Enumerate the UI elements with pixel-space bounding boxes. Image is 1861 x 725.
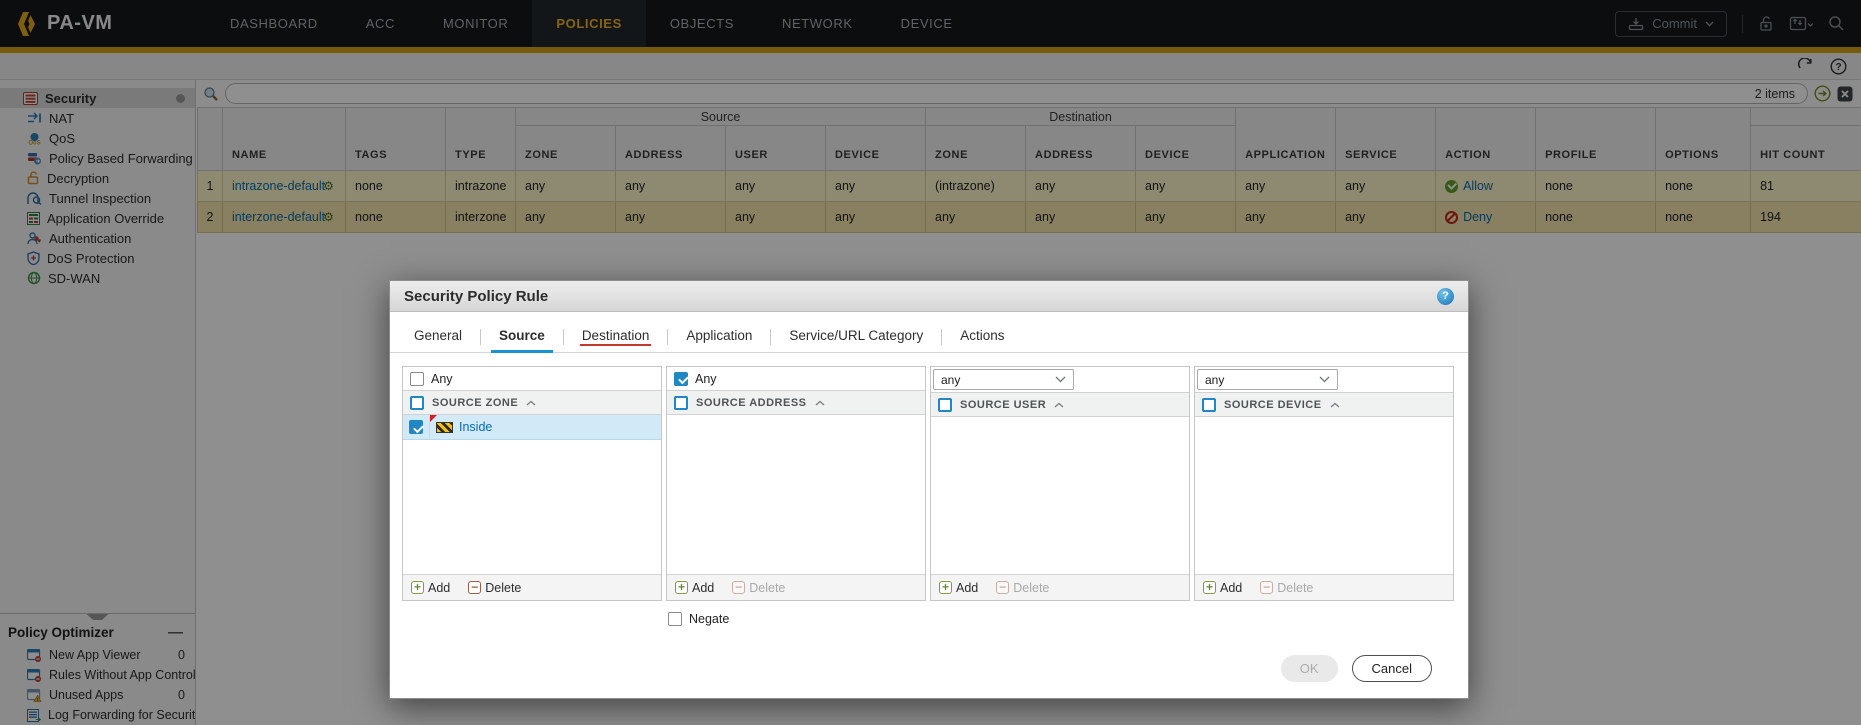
source-address-header-label[interactable]: SOURCE ADDRESS: [696, 397, 807, 409]
cancel-button[interactable]: Cancel: [1352, 655, 1432, 682]
tab-separator: [480, 329, 481, 345]
source-user-header-label[interactable]: SOURCE USER: [960, 399, 1046, 411]
sort-asc-icon[interactable]: [526, 400, 536, 406]
zone-list-item-inside[interactable]: Inside: [403, 415, 661, 440]
source-user-footer: +Add −Delete: [931, 574, 1189, 600]
source-user-select-row: any: [931, 367, 1189, 392]
tab-destination[interactable]: Destination: [578, 328, 654, 352]
source-zone-header: SOURCE ZONE: [403, 390, 661, 415]
plus-icon: +: [411, 581, 424, 594]
negate-checkbox[interactable]: [668, 612, 682, 626]
source-address-panel: Any SOURCE ADDRESS +Add −Delete: [666, 366, 926, 601]
sort-asc-icon[interactable]: [1054, 402, 1064, 408]
negate-row: Negate: [668, 612, 729, 626]
any-address-checkbox[interactable]: [674, 372, 688, 386]
plus-icon: +: [675, 581, 688, 594]
zone-item-checkbox[interactable]: [409, 420, 423, 434]
source-address-footer: +Add −Delete: [667, 574, 925, 600]
ok-button[interactable]: OK: [1281, 655, 1338, 682]
dialog-title-bar: Security Policy Rule ?: [390, 281, 1468, 312]
source-user-header: SOURCE USER: [931, 392, 1189, 417]
tab-separator: [667, 329, 668, 345]
sort-asc-icon[interactable]: [1330, 402, 1340, 408]
source-zone-footer: +Add −Delete: [403, 574, 661, 600]
dialog-actions: OK Cancel: [1281, 655, 1432, 682]
source-address-list: [667, 415, 925, 574]
tab-separator: [941, 329, 942, 345]
chevron-down-icon: [1319, 376, 1330, 383]
dialog-help-icon[interactable]: ?: [1437, 288, 1454, 305]
chevron-down-icon: [1055, 376, 1066, 383]
add-address-button[interactable]: +Add: [675, 581, 714, 595]
minus-icon: −: [1260, 581, 1273, 594]
source-device-footer: +Add −Delete: [1195, 574, 1453, 600]
tab-actions[interactable]: Actions: [956, 328, 1008, 352]
source-device-list: [1195, 417, 1453, 574]
tab-separator: [770, 329, 771, 345]
delete-user-button: −Delete: [996, 581, 1049, 595]
zone-item-label[interactable]: Inside: [459, 420, 492, 434]
plus-icon: +: [939, 581, 952, 594]
add-user-button[interactable]: +Add: [939, 581, 978, 595]
any-zone-checkbox[interactable]: [410, 372, 424, 386]
source-zone-header-label[interactable]: SOURCE ZONE: [432, 397, 518, 409]
delete-zone-button[interactable]: −Delete: [468, 581, 521, 595]
source-user-dropdown[interactable]: any: [933, 369, 1074, 390]
dialog-title: Security Policy Rule: [404, 288, 548, 305]
source-user-panel: any SOURCE USER +Add −Delete: [930, 366, 1190, 601]
add-zone-button[interactable]: +Add: [411, 581, 450, 595]
any-label: Any: [695, 372, 717, 386]
select-all-checkbox[interactable]: [410, 396, 424, 410]
source-panels: Any SOURCE ZONE Inside +Add −Delete: [402, 366, 1454, 601]
tab-separator: [563, 329, 564, 345]
any-label: Any: [431, 372, 453, 386]
select-all-checkbox[interactable]: [674, 396, 688, 410]
source-zone-panel: Any SOURCE ZONE Inside +Add −Delete: [402, 366, 662, 601]
minus-icon: −: [996, 581, 1009, 594]
any-zone-row: Any: [403, 367, 661, 390]
dropdown-value: any: [941, 373, 960, 387]
source-user-list: [931, 417, 1189, 574]
delete-address-button: −Delete: [732, 581, 785, 595]
zone-icon: [436, 422, 453, 433]
source-zone-list: Inside: [403, 415, 661, 574]
negate-label: Negate: [689, 612, 729, 626]
select-all-checkbox[interactable]: [1202, 398, 1216, 412]
dialog-tabs: General Source Destination Application S…: [390, 312, 1468, 353]
any-address-row: Any: [667, 367, 925, 390]
select-all-checkbox[interactable]: [938, 398, 952, 412]
tab-service-url-category[interactable]: Service/URL Category: [785, 328, 927, 352]
source-device-panel: any SOURCE DEVICE +Add −Delete: [1194, 366, 1454, 601]
security-policy-rule-dialog: Security Policy Rule ? General Source De…: [389, 280, 1469, 699]
minus-icon: −: [468, 581, 481, 594]
source-device-header-label[interactable]: SOURCE DEVICE: [1224, 399, 1322, 411]
add-device-button[interactable]: +Add: [1203, 581, 1242, 595]
source-device-dropdown[interactable]: any: [1197, 369, 1338, 390]
delete-device-button: −Delete: [1260, 581, 1313, 595]
dropdown-value: any: [1205, 373, 1224, 387]
tab-application[interactable]: Application: [682, 328, 756, 352]
tab-general[interactable]: General: [410, 328, 466, 352]
minus-icon: −: [732, 581, 745, 594]
source-address-header: SOURCE ADDRESS: [667, 390, 925, 415]
plus-icon: +: [1203, 581, 1216, 594]
source-device-select-row: any: [1195, 367, 1453, 392]
tab-source[interactable]: Source: [495, 328, 549, 352]
source-device-header: SOURCE DEVICE: [1195, 392, 1453, 417]
sort-asc-icon[interactable]: [815, 400, 825, 406]
